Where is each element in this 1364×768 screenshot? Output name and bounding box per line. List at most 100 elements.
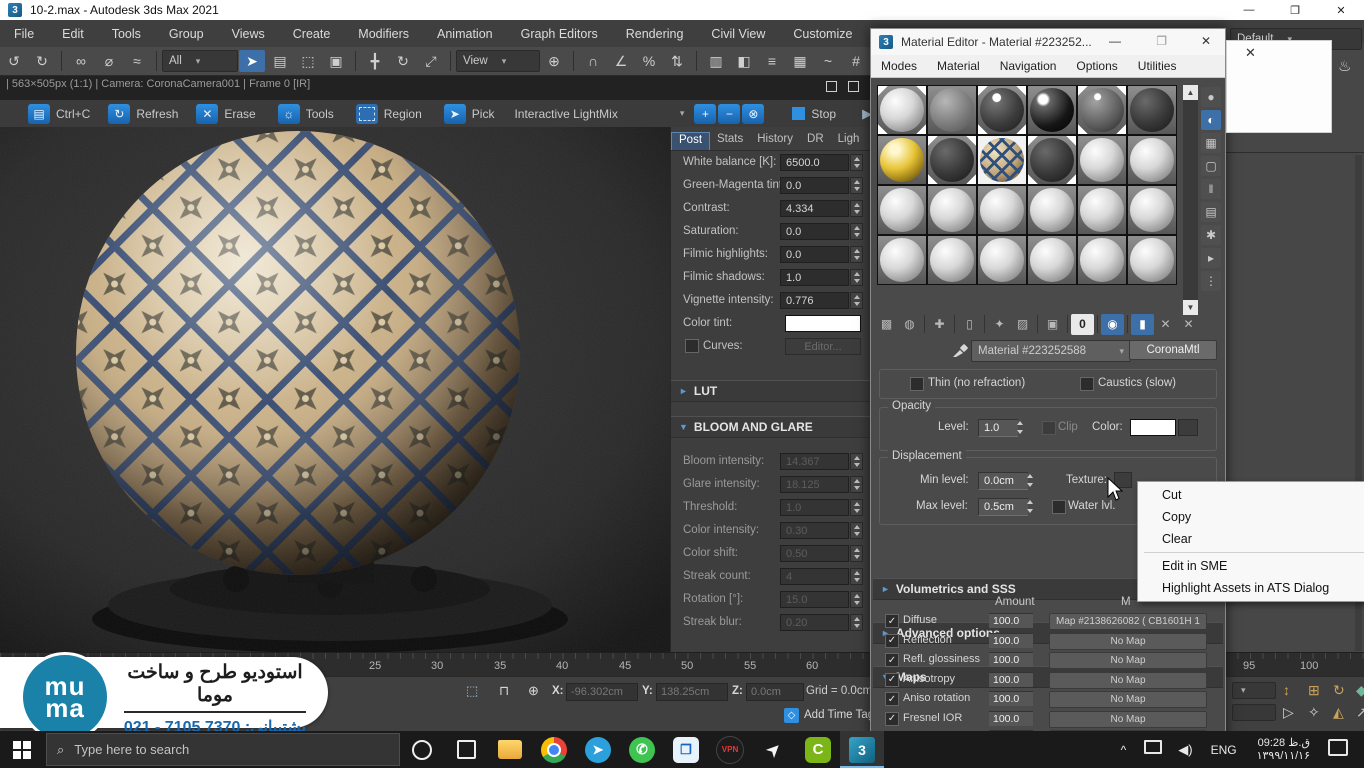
aniso-rotation-map-button[interactable]: No Map: [1049, 691, 1207, 708]
tab-history[interactable]: History: [750, 132, 800, 150]
show-hidden-icons[interactable]: ^: [1121, 743, 1127, 757]
camtasia-icon[interactable]: C: [796, 731, 840, 768]
refresh-label[interactable]: Refresh: [136, 107, 178, 121]
select-by-name-icon[interactable]: ▤: [267, 50, 293, 72]
schematic-view-icon[interactable]: #: [843, 50, 869, 72]
saturation-input[interactable]: 0.0: [780, 223, 849, 240]
assign-to-selection-icon[interactable]: ✚: [928, 314, 951, 335]
time-tag-cube-icon[interactable]: ◇: [784, 708, 799, 723]
filmic-highlights-input[interactable]: 0.0: [780, 246, 849, 263]
menu-modifiers[interactable]: Modifiers: [344, 27, 423, 41]
refl-glossiness-map-button[interactable]: No Map: [1049, 652, 1207, 669]
chevron-down-icon[interactable]: ▾: [680, 108, 685, 119]
minimize-button[interactable]: —: [1109, 34, 1121, 48]
fov-icon[interactable]: ▷: [1283, 704, 1294, 721]
caustics-checkbox[interactable]: [1080, 377, 1094, 391]
menu-file[interactable]: File: [0, 27, 48, 41]
material-slot[interactable]: [1028, 86, 1076, 134]
maximize-button[interactable]: ❐: [1156, 34, 1167, 48]
maximize-viewport-icon[interactable]: ↗: [1356, 704, 1364, 721]
backlight-icon[interactable]: ◐: [1201, 110, 1221, 130]
anisotropy-map-button[interactable]: No Map: [1049, 672, 1207, 689]
material-slot[interactable]: [1028, 136, 1076, 184]
close-button[interactable]: ✕: [1201, 34, 1211, 48]
whatsapp-icon[interactable]: ✆: [620, 731, 664, 768]
tab-dr[interactable]: DR: [800, 132, 831, 150]
select-object-icon[interactable]: ➤: [239, 50, 265, 72]
rollout-bloom-glare[interactable]: ▼ BLOOM AND GLARE: [671, 416, 871, 438]
material-type-button[interactable]: CoronaMtl: [1129, 340, 1217, 360]
select-link-icon[interactable]: ∞: [68, 50, 94, 72]
opacity-color-swatch[interactable]: [1130, 419, 1176, 436]
stop-label[interactable]: Stop: [811, 107, 836, 121]
zoom-region-icon[interactable]: ◆: [1356, 682, 1364, 699]
material-slot[interactable]: [1128, 236, 1176, 284]
file-explorer-icon[interactable]: [488, 731, 532, 768]
close-icon[interactable]: ✕: [1245, 45, 1256, 61]
menu-utilities[interactable]: Utilities: [1128, 59, 1187, 73]
render-viewport[interactable]: [0, 127, 670, 652]
material-slot[interactable]: [1128, 136, 1176, 184]
material-slot[interactable]: [878, 236, 926, 284]
menu-civil-view[interactable]: Civil View: [697, 27, 779, 41]
material-slot[interactable]: [978, 236, 1026, 284]
select-scale-icon[interactable]: ⤢: [418, 50, 444, 72]
sample-tiling-icon[interactable]: ▢: [1201, 156, 1221, 176]
material-slot[interactable]: [1128, 186, 1176, 234]
context-copy[interactable]: Copy: [1138, 506, 1364, 528]
reset-map-icon[interactable]: ▯: [958, 314, 981, 335]
get-material-icon[interactable]: ▩: [875, 314, 898, 335]
aniso-rotation-amount-input[interactable]: 100.0: [989, 691, 1033, 706]
contrast-input[interactable]: 4.334: [780, 200, 849, 217]
opacity-map-button[interactable]: [1178, 419, 1198, 436]
angle-snap-icon[interactable]: ∠: [608, 50, 634, 72]
material-slot[interactable]: [978, 86, 1026, 134]
material-slot[interactable]: [928, 186, 976, 234]
zoom-out-icon[interactable]: −: [718, 104, 740, 124]
close-button[interactable]: ✕: [1318, 0, 1364, 20]
context-clear[interactable]: Clear: [1138, 528, 1364, 550]
video-color-check-icon[interactable]: ‖: [1201, 179, 1221, 199]
language-indicator[interactable]: ENG: [1211, 743, 1237, 757]
refl-glossiness-amount-input[interactable]: 100.0: [989, 652, 1033, 667]
material-slot[interactable]: [928, 236, 976, 284]
zoom-reset-icon[interactable]: ⊗: [742, 104, 764, 124]
reflection-checkbox[interactable]: ✓: [885, 634, 899, 648]
material-slot[interactable]: [928, 136, 976, 184]
fresnel-ior-amount-input[interactable]: 100.0: [989, 711, 1033, 726]
animation-key-filters-dropdown[interactable]: ▾: [1232, 682, 1276, 699]
spinner[interactable]: [850, 200, 863, 217]
spinner[interactable]: [1024, 498, 1035, 515]
curves-checkbox[interactable]: [685, 339, 699, 353]
selection-filter-dropdown[interactable]: All▾: [162, 50, 238, 72]
diffuse-map-button[interactable]: Map #2138626082 ( CB1601H 1: [1049, 613, 1207, 630]
y-coordinate-field[interactable]: 138.25cm: [656, 683, 728, 701]
absolute-mode-icon[interactable]: ⊕: [528, 683, 539, 699]
spinner[interactable]: [850, 154, 863, 171]
make-preview-icon[interactable]: ▤: [1201, 202, 1221, 222]
start-button[interactable]: [0, 731, 44, 768]
menu-graph-editors[interactable]: Graph Editors: [507, 27, 612, 41]
material-slot[interactable]: [1028, 186, 1076, 234]
menu-customize[interactable]: Customize: [779, 27, 866, 41]
cortana-button[interactable]: [400, 731, 444, 768]
rocket-app-icon[interactable]: ➤: [752, 731, 796, 768]
add-time-tag-button[interactable]: Add Time Tag: [804, 709, 874, 721]
options-icon[interactable]: ✱: [1201, 225, 1221, 245]
white-balance-input[interactable]: 6500.0: [780, 154, 849, 171]
action-center-icon[interactable]: [1328, 739, 1348, 761]
material-slot[interactable]: [978, 186, 1026, 234]
material-slot[interactable]: [1078, 136, 1126, 184]
select-move-icon[interactable]: ╋: [362, 50, 388, 72]
slot-scrollbar[interactable]: ▲ ▼: [1183, 85, 1198, 315]
menu-views[interactable]: Views: [218, 27, 279, 41]
scroll-up-icon[interactable]: ▲: [1183, 85, 1198, 100]
align-icon[interactable]: ≡: [759, 50, 785, 72]
select-rotate-icon[interactable]: ↻: [390, 50, 416, 72]
erase-icon[interactable]: ✕: [196, 104, 218, 124]
tools-label[interactable]: Tools: [306, 107, 334, 121]
material-id-channel-icon[interactable]: 0: [1071, 314, 1094, 335]
save-material-icon[interactable]: ▣: [1041, 314, 1064, 335]
pick-label[interactable]: Pick: [472, 107, 495, 121]
material-slot[interactable]: [1078, 236, 1126, 284]
